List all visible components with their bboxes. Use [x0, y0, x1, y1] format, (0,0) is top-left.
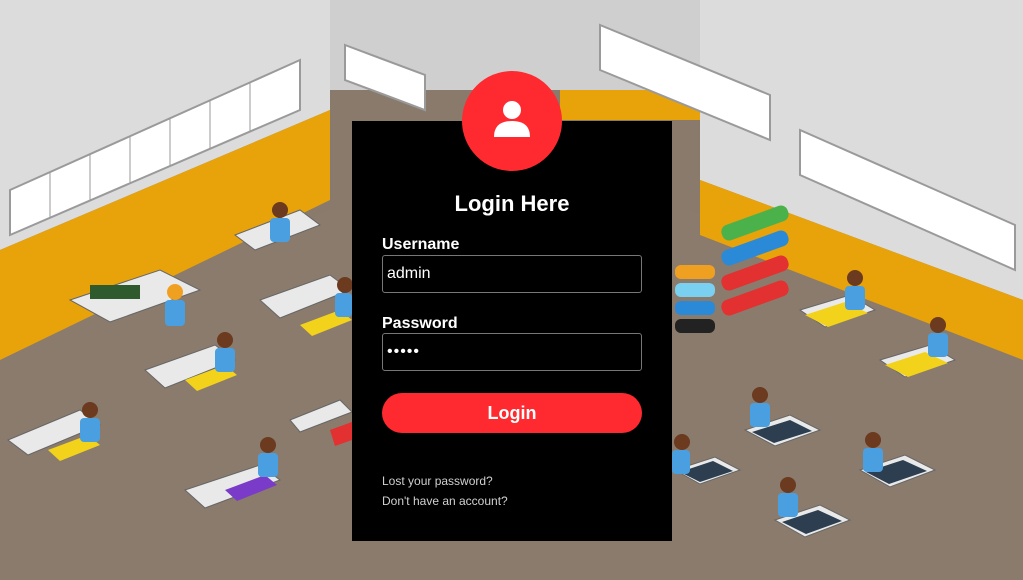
- login-title: Login Here: [454, 191, 570, 216]
- password-field[interactable]: [382, 333, 642, 371]
- avatar: [462, 71, 562, 171]
- login-panel: Login Here Username Password Login Lost …: [352, 71, 672, 541]
- user-icon: [494, 101, 530, 137]
- username-field[interactable]: [382, 255, 642, 293]
- lost-password-link[interactable]: Lost your password?: [382, 474, 493, 488]
- password-label: Password: [382, 315, 458, 332]
- signup-link[interactable]: Don't have an account?: [382, 494, 508, 508]
- login-button[interactable]: Login: [382, 393, 642, 433]
- username-label: Username: [382, 236, 460, 253]
